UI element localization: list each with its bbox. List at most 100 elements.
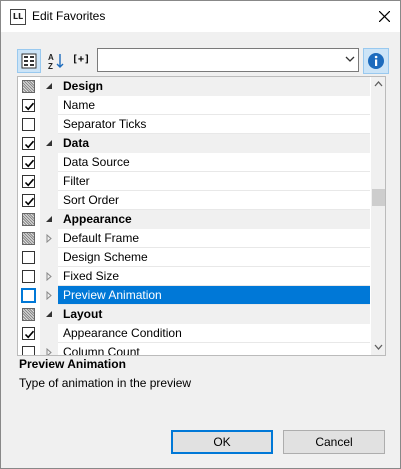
checkbox-cell [18, 172, 40, 191]
close-button[interactable] [369, 1, 400, 32]
favorite-checkbox[interactable] [22, 251, 35, 264]
checkmark-icon [24, 330, 35, 339]
info-button[interactable] [363, 48, 389, 74]
scroll-down-arrow-icon[interactable] [374, 344, 383, 350]
favorite-checkbox[interactable] [22, 327, 35, 340]
property-label: Preview Animation [58, 286, 370, 305]
checkmark-icon [24, 178, 35, 187]
chevron-down-icon[interactable] [345, 56, 355, 63]
checkbox-cell [18, 210, 40, 229]
property-label: Appearance Condition [58, 324, 370, 343]
checkbox-cell [18, 191, 40, 210]
expand-all-button[interactable]: [+] [69, 49, 93, 73]
checkbox-cell [18, 115, 40, 134]
favorite-checkbox[interactable] [22, 137, 35, 150]
property-row[interactable]: Sort Order [18, 191, 370, 210]
vertical-scrollbar[interactable] [371, 77, 385, 355]
expander-cell [40, 115, 58, 134]
property-row[interactable]: Separator Ticks [18, 115, 370, 134]
ok-button[interactable]: OK [171, 430, 273, 454]
expander-cell[interactable] [40, 77, 58, 96]
favorite-checkbox[interactable] [22, 80, 35, 93]
expander-cell [40, 96, 58, 115]
expander-cell[interactable] [40, 134, 58, 153]
checkbox-cell [18, 305, 40, 324]
checkbox-cell [18, 134, 40, 153]
sort-label-a: A [48, 53, 54, 62]
favorite-checkbox[interactable] [22, 213, 35, 226]
edit-favorites-dialog: LL Edit Favorites A Z [+] Design Name Se… [0, 0, 401, 469]
checkmark-icon [24, 159, 35, 168]
expander-cell[interactable] [40, 267, 58, 286]
property-row[interactable]: Design Scheme [18, 248, 370, 267]
property-row[interactable]: Column Count [18, 343, 370, 356]
expander-cell [40, 172, 58, 191]
checkbox-cell [18, 286, 40, 305]
scrollbar-thumb[interactable] [372, 189, 385, 206]
expanded-triangle-icon[interactable] [45, 215, 53, 223]
collapsed-triangle-icon[interactable] [45, 272, 53, 281]
property-label: Data Source [58, 153, 370, 172]
description-text: Type of animation in the preview [19, 376, 192, 390]
categorized-view-button[interactable] [17, 49, 41, 73]
expanded-triangle-icon[interactable] [45, 82, 53, 90]
expander-cell[interactable] [40, 229, 58, 248]
favorite-checkbox[interactable] [22, 270, 35, 283]
expander-cell[interactable] [40, 343, 58, 356]
collapsed-triangle-icon[interactable] [45, 348, 53, 356]
favorite-checkbox[interactable] [22, 175, 35, 188]
property-row[interactable]: Name [18, 96, 370, 115]
favorite-checkbox[interactable] [22, 346, 35, 355]
checkbox-cell [18, 343, 40, 355]
category-row[interactable]: Design [18, 77, 370, 96]
checkmark-icon [24, 102, 35, 111]
property-label: Fixed Size [58, 267, 370, 286]
toolbar: A Z [+] [17, 48, 389, 74]
property-row[interactable]: Fixed Size [18, 267, 370, 286]
expander-cell [40, 191, 58, 210]
expander-cell[interactable] [40, 305, 58, 324]
property-grid: Design Name Separator Ticks Data Data Source… [17, 76, 386, 356]
property-row[interactable]: Data Source [18, 153, 370, 172]
checkbox-cell [18, 153, 40, 172]
sort-alphabetical-button[interactable]: A Z [44, 49, 68, 73]
favorite-checkbox[interactable] [22, 156, 35, 169]
categorized-view-icon [21, 53, 37, 69]
description-title: Preview Animation [19, 357, 126, 371]
favorite-checkbox[interactable] [22, 194, 35, 207]
checkbox-cell [18, 77, 40, 96]
category-row[interactable]: Appearance [18, 210, 370, 229]
expanded-triangle-icon[interactable] [45, 310, 53, 318]
search-input[interactable] [101, 51, 331, 69]
expanded-triangle-icon[interactable] [45, 139, 53, 147]
category-label: Layout [58, 305, 370, 324]
collapsed-triangle-icon[interactable] [45, 291, 53, 300]
favorite-checkbox[interactable] [21, 288, 36, 303]
category-row[interactable]: Data [18, 134, 370, 153]
scroll-up-arrow-icon[interactable] [374, 81, 383, 87]
favorite-checkbox[interactable] [22, 118, 35, 131]
category-label: Data [58, 134, 370, 153]
collapsed-triangle-icon[interactable] [45, 234, 53, 243]
expander-cell[interactable] [40, 286, 58, 305]
favorite-checkbox[interactable] [22, 308, 35, 321]
property-label: Separator Ticks [58, 115, 370, 134]
expand-all-icon: [+] [71, 54, 91, 65]
app-icon: LL [10, 9, 26, 25]
property-label: Sort Order [58, 191, 370, 210]
search-combo[interactable] [97, 48, 359, 72]
category-label: Appearance [58, 210, 370, 229]
favorite-checkbox[interactable] [22, 99, 35, 112]
property-row[interactable]: Filter [18, 172, 370, 191]
checkbox-cell [18, 267, 40, 286]
property-row[interactable]: Default Frame [18, 229, 370, 248]
expander-cell [40, 153, 58, 172]
expander-cell[interactable] [40, 210, 58, 229]
property-label: Design Scheme [58, 248, 370, 267]
property-row[interactable]: Preview Animation [18, 286, 370, 305]
cancel-button[interactable]: Cancel [283, 430, 385, 454]
info-icon [368, 53, 384, 69]
favorite-checkbox[interactable] [22, 232, 35, 245]
property-row[interactable]: Appearance Condition [18, 324, 370, 343]
category-row[interactable]: Layout [18, 305, 370, 324]
